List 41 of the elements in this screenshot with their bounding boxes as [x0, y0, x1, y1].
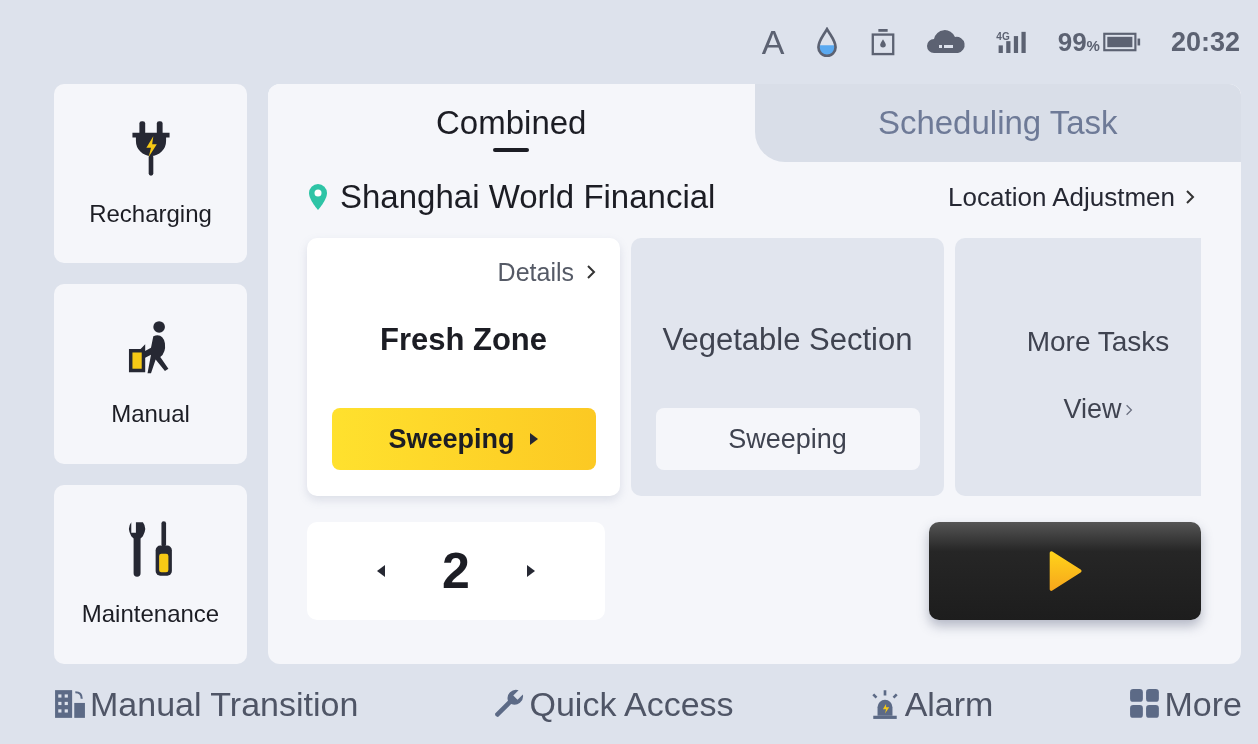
sweeping-mode-button[interactable]: Sweeping: [331, 408, 596, 470]
clock-time: 20:32: [1170, 26, 1240, 58]
bottom-nav-label: Alarm: [904, 684, 994, 724]
sidebar-button[interactable]: Maintenance: [54, 484, 247, 664]
building-icon: [54, 688, 86, 720]
sidebar-button[interactable]: Manual: [54, 284, 247, 464]
percent-sign: %: [1086, 36, 1100, 54]
play-icon: [1048, 548, 1082, 594]
grid-icon: [1128, 688, 1161, 720]
location-name: Shanghai World Financial: [340, 178, 717, 216]
triangle-right-icon: [528, 432, 539, 446]
previous-arrow-icon[interactable]: [376, 564, 387, 578]
chevron-right-icon: [586, 264, 596, 280]
cloud-icon: [926, 28, 967, 56]
tank-icon: [870, 27, 897, 57]
sweeping-mode-button[interactable]: Sweeping: [655, 408, 920, 470]
chevron-right-icon: [1185, 189, 1195, 205]
bottom-nav-item[interactable]: Alarm: [868, 684, 994, 724]
page-number: 2: [442, 542, 470, 600]
more-tasks-title: More Tasks: [1026, 326, 1170, 358]
task-card[interactable]: Details Fresh Zone Sweeping: [307, 238, 620, 496]
zone-title: Fresh Zone: [379, 322, 548, 358]
details-link[interactable]: Details: [497, 256, 596, 288]
more-tasks-card[interactable]: More Tasks View: [955, 238, 1201, 496]
next-arrow-icon[interactable]: [525, 564, 536, 578]
bottom-nav-item[interactable]: More: [1128, 684, 1242, 724]
wrench-icon: [493, 688, 526, 720]
view-link[interactable]: View: [1063, 394, 1133, 425]
location-adjustment-link[interactable]: Location Adjustmen: [948, 181, 1195, 213]
location-pin-icon: [308, 183, 328, 211]
network-label: 4G: [996, 31, 1010, 42]
chevron-right-icon: [1124, 402, 1133, 417]
sidebar-button[interactable]: Recharging: [54, 84, 247, 264]
battery-percentage: 99: [1057, 26, 1087, 58]
battery-icon: [1102, 31, 1141, 53]
zone-title: Vegetable Section: [662, 322, 913, 358]
task-card[interactable]: Vegetable Section Sweeping: [631, 238, 944, 496]
signal-icon: [997, 31, 1028, 53]
input-mode-indicator: A: [761, 22, 785, 62]
bottom-nav-label: More: [1164, 684, 1242, 724]
play-button[interactable]: [929, 522, 1201, 620]
